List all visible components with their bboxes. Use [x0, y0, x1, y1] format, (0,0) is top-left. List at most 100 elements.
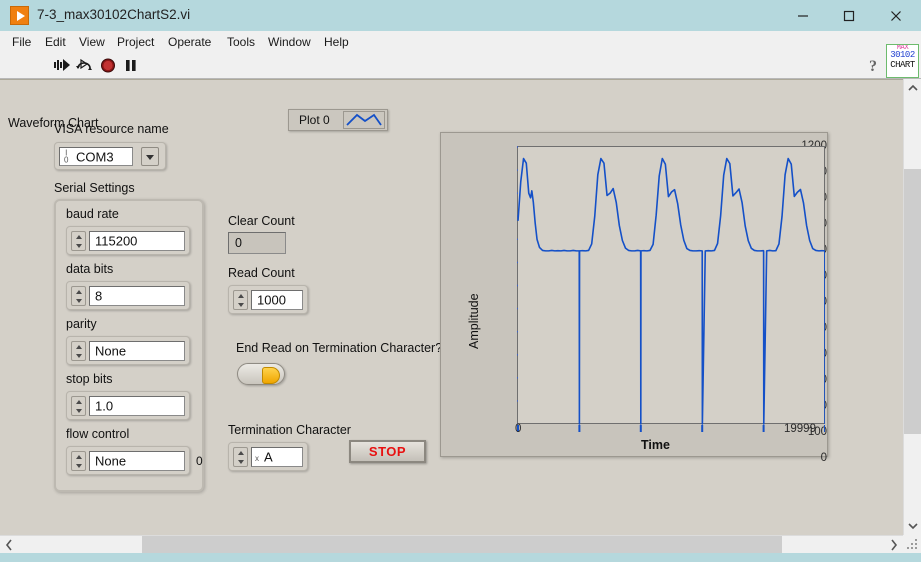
run-continuously-button[interactable]: [74, 56, 95, 75]
clear-count-label: Clear Count: [228, 214, 295, 228]
abort-button[interactable]: [98, 56, 119, 75]
visa-resource-name-value: COM3: [76, 149, 114, 164]
menu-help[interactable]: Help: [318, 34, 355, 50]
parity-decrement[interactable]: [72, 351, 85, 360]
baud-rate-value: 115200: [95, 233, 138, 249]
vertical-scrollbar-thumb[interactable]: [904, 169, 921, 434]
toggle-knob-icon: [262, 367, 280, 384]
resize-grip[interactable]: [903, 535, 921, 553]
stop-bits-decrement[interactable]: [72, 406, 85, 415]
parity-control[interactable]: None: [66, 336, 190, 365]
visa-dropdown-button[interactable]: [141, 147, 159, 166]
stop-button[interactable]: STOP: [349, 440, 426, 463]
data-bits-increment[interactable]: [72, 287, 85, 296]
menu-window[interactable]: Window: [262, 34, 317, 50]
termination-character-field[interactable]: x A: [251, 447, 303, 467]
flow-control-decrement[interactable]: [72, 461, 85, 470]
baud-rate-spinner[interactable]: [71, 231, 86, 251]
waveform-chart-title: Waveform Chart: [8, 116, 99, 130]
read-count-control[interactable]: 1000: [228, 285, 308, 314]
x-tick-max: 19999: [784, 423, 816, 435]
stop-bits-increment[interactable]: [72, 397, 85, 406]
horizontal-scrollbar[interactable]: [0, 535, 903, 554]
io-badge-icon: I0: [64, 147, 69, 165]
menu-edit[interactable]: Edit: [39, 34, 72, 50]
menu-project[interactable]: Project: [111, 34, 160, 50]
read-count-decrement[interactable]: [234, 300, 247, 309]
read-count-spinner[interactable]: [233, 290, 248, 310]
window-bottom-edge: [0, 553, 921, 562]
baud-rate-field[interactable]: 115200: [89, 231, 185, 251]
termination-character-label: Termination Character: [228, 423, 351, 437]
menu-operate[interactable]: Operate: [162, 34, 217, 50]
pause-button[interactable]: [121, 56, 142, 75]
waveform-chart[interactable]: Amplitude 1200 1100 1000 900 800 700 600…: [440, 132, 828, 464]
termination-character-increment[interactable]: [234, 448, 247, 457]
title-bar: 7-3_max30102ChartS2.vi: [0, 0, 921, 31]
parity-field[interactable]: None: [89, 341, 185, 361]
window-title: 7-3_max30102ChartS2.vi: [37, 7, 191, 22]
termination-character-decrement[interactable]: [234, 457, 247, 466]
flow-control-increment[interactable]: [72, 452, 85, 461]
data-bits-field[interactable]: 8: [89, 286, 185, 306]
data-bits-control[interactable]: 8: [66, 281, 190, 310]
vi-icon[interactable]: MAX 30102 CHART: [886, 44, 919, 78]
scroll-right-button[interactable]: [885, 536, 903, 554]
menu-file[interactable]: File: [6, 34, 37, 50]
vi-run-arrow-icon: [10, 6, 29, 25]
baud-rate-label: baud rate: [66, 207, 119, 221]
termination-character-spinner[interactable]: [233, 447, 248, 467]
stop-bits-field[interactable]: 1.0: [89, 396, 185, 416]
scroll-down-button[interactable]: [904, 517, 921, 535]
legend-plot-name: Plot 0: [299, 113, 330, 127]
maximize-button[interactable]: [826, 0, 872, 31]
chart-x-axis-label: Time: [641, 438, 670, 452]
flow-control-field[interactable]: None: [89, 451, 185, 471]
visa-resource-name-control[interactable]: I0 COM3: [54, 142, 166, 170]
menu-bar: File Edit View Project Operate Tools Win…: [0, 31, 921, 54]
legend-plot-swatch[interactable]: [343, 111, 385, 129]
baud-rate-decrement[interactable]: [72, 241, 85, 250]
chart-y-axis-label: Amplitude: [467, 293, 481, 349]
stop-bits-spinner[interactable]: [71, 396, 86, 416]
flow-control-value: None: [95, 453, 127, 469]
visa-resource-name-field[interactable]: I0 COM3: [59, 147, 133, 166]
vi-icon-line2: 30102: [890, 50, 915, 60]
flow-control-control[interactable]: None: [66, 446, 190, 475]
front-panel-canvas: VISA resource name I0 COM3 Serial Settin…: [0, 79, 903, 536]
baud-rate-increment[interactable]: [72, 232, 85, 241]
horizontal-scrollbar-thumb[interactable]: [142, 536, 782, 554]
parity-increment[interactable]: [72, 342, 85, 351]
baud-rate-control[interactable]: 115200: [66, 226, 190, 255]
context-help-button[interactable]: ?: [863, 56, 883, 75]
clear-count-value: 0: [235, 236, 242, 250]
stop-bits-control[interactable]: 1.0: [66, 391, 190, 420]
end-read-termination-toggle[interactable]: [237, 363, 285, 385]
parity-spinner[interactable]: [71, 341, 86, 361]
read-count-field[interactable]: 1000: [251, 290, 303, 310]
chart-plot-area[interactable]: [517, 146, 825, 462]
chart-legend[interactable]: Plot 0: [288, 109, 388, 131]
clear-count-indicator: 0: [228, 232, 286, 254]
scroll-left-button[interactable]: [0, 536, 18, 554]
minimize-button[interactable]: [780, 0, 826, 31]
read-count-label: Read Count: [228, 266, 295, 280]
menu-tools[interactable]: Tools: [221, 34, 261, 50]
svg-text:?: ?: [869, 58, 877, 75]
menu-view[interactable]: View: [73, 34, 111, 50]
termination-radix: x: [255, 453, 259, 463]
termination-character-control[interactable]: x A: [228, 442, 308, 471]
close-button[interactable]: [873, 0, 919, 31]
data-bits-decrement[interactable]: [72, 296, 85, 305]
serial-settings-label: Serial Settings: [54, 181, 135, 195]
data-bits-spinner[interactable]: [71, 286, 86, 306]
parity-value: None: [95, 343, 127, 359]
stop-bits-label: stop bits: [66, 372, 113, 386]
run-button[interactable]: [52, 56, 73, 75]
flow-control-label: flow control: [66, 427, 130, 441]
flow-control-spinner[interactable]: [71, 451, 86, 471]
scroll-up-button[interactable]: [904, 79, 921, 97]
vertical-scrollbar[interactable]: [903, 79, 921, 535]
read-count-increment[interactable]: [234, 291, 247, 300]
x-tick-min: 0: [515, 423, 522, 435]
